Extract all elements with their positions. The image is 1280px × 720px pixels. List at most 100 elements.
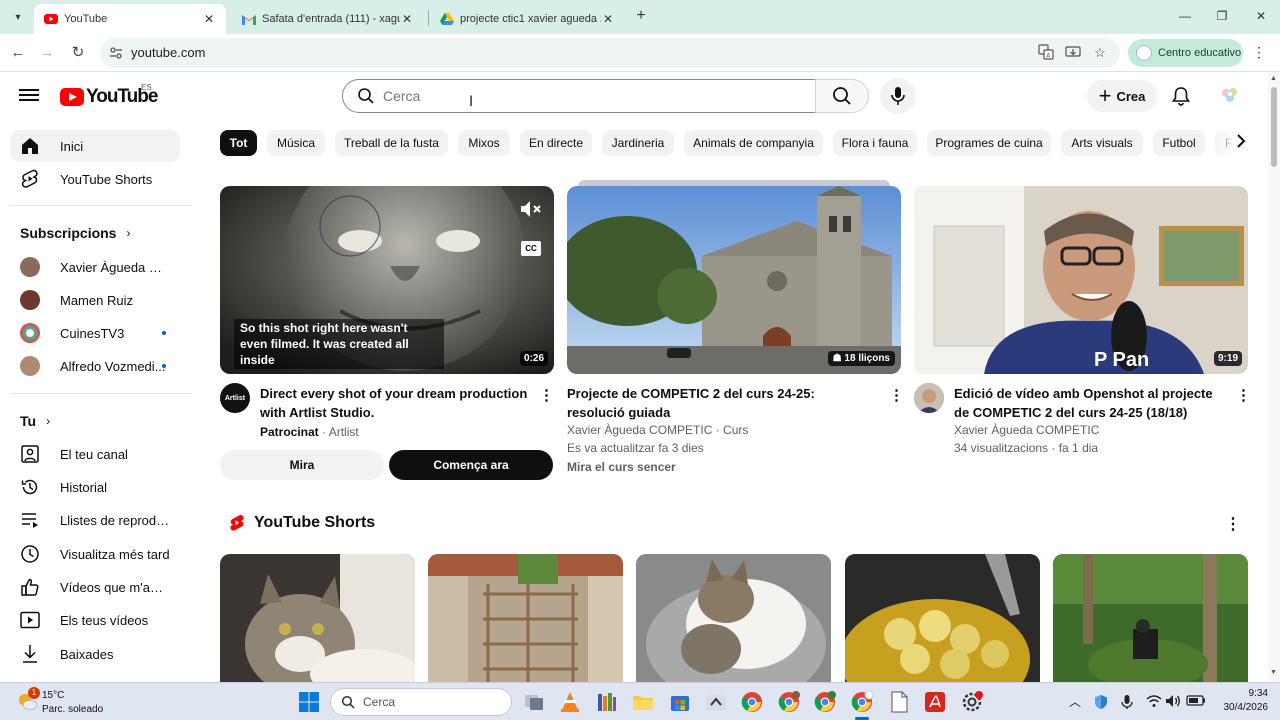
scroll-up-icon[interactable]: ▲: [1270, 75, 1277, 82]
you-heading[interactable]: Tu ›: [20, 413, 50, 429]
defender-shield-icon[interactable]: [1093, 694, 1109, 710]
short-thumbnail[interactable]: [428, 554, 623, 684]
chip-gardening[interactable]: Jardineria: [602, 130, 674, 156]
chip-pets[interactable]: Animals de companyia: [684, 130, 823, 156]
chip-football[interactable]: Futbol: [1153, 130, 1205, 156]
store-icon[interactable]: [668, 690, 692, 714]
vlc-icon[interactable]: [558, 690, 582, 714]
watch-button[interactable]: Mira: [220, 450, 384, 480]
chip-music[interactable]: Música: [267, 130, 325, 156]
weather-widget[interactable]: 1 15°C Parc. soleado: [14, 687, 134, 717]
short-thumbnail[interactable]: [1053, 554, 1248, 684]
tab-gmail[interactable]: Safata d'entrada (111) - xagued ✕: [232, 4, 424, 34]
tab-drive[interactable]: projecte ctic1 xavier agueda 24 ✕: [430, 4, 625, 34]
chip-flora-fauna[interactable]: Flora i fauna: [833, 130, 917, 156]
channel-avatar[interactable]: [914, 383, 944, 413]
chevron-right-icon[interactable]: [1236, 134, 1246, 151]
tab-close-icon[interactable]: ✕: [400, 12, 414, 26]
account-avatar[interactable]: [1216, 82, 1244, 110]
sidebar-item-subscription[interactable]: Mamen Ruiz: [10, 284, 180, 316]
sidebar-item-playlists[interactable]: Llistes de reproduc...: [10, 504, 180, 536]
channel-avatar[interactable]: Artlist: [220, 383, 250, 413]
channel-name[interactable]: Xavier Àgueda COMPETIC: [954, 421, 1099, 439]
short-thumbnail[interactable]: [220, 554, 415, 684]
mute-icon[interactable]: [520, 200, 542, 221]
shorts-more-icon[interactable]: ⋮: [1225, 514, 1241, 534]
settings-gear-icon[interactable]: [960, 690, 984, 714]
maximize-icon[interactable]: ❐: [1207, 6, 1237, 26]
chip-live[interactable]: En directe: [520, 130, 592, 156]
video-title[interactable]: Edició de vídeo amb Openshot al projecte…: [954, 384, 1224, 422]
sidebar-item-subscription[interactable]: Alfredo Vozmedi...: [10, 350, 180, 382]
start-now-button[interactable]: Comença ara: [389, 450, 553, 480]
search-box[interactable]: [342, 79, 816, 113]
scroll-down-icon[interactable]: ▼: [1270, 669, 1277, 676]
captions-icon[interactable]: CC: [521, 241, 541, 256]
scrollbar-thumb[interactable]: [1271, 87, 1277, 167]
url-text[interactable]: youtube.com: [131, 45, 205, 60]
translate-icon[interactable]: A: [1037, 44, 1055, 62]
tab-close-icon[interactable]: ✕: [601, 12, 615, 26]
document-icon[interactable]: [887, 690, 911, 714]
task-view-icon[interactable]: [522, 690, 546, 714]
more-options-icon[interactable]: ⋮: [539, 386, 554, 404]
video-thumbnail[interactable]: P Pan 9:19: [914, 186, 1248, 374]
forward-icon[interactable]: →: [37, 43, 57, 63]
profile-chip[interactable]: Centro educativo: [1128, 39, 1243, 67]
new-tab-icon[interactable]: +: [633, 8, 649, 24]
sidebar-item-liked-videos[interactable]: Vídeos que m'agrad...: [10, 571, 180, 603]
chip-woodworking[interactable]: Treball de la fusta: [335, 130, 448, 156]
chip-all[interactable]: Tot: [220, 130, 257, 156]
sidebar-item-your-channel[interactable]: El teu canal: [10, 438, 180, 470]
voice-search-button[interactable]: [880, 78, 916, 114]
sidebar-item-watch-later[interactable]: Visualitza més tard: [10, 538, 180, 570]
close-window-icon[interactable]: ✕: [1246, 6, 1276, 26]
short-thumbnail[interactable]: [845, 554, 1040, 684]
microphone-tray-icon[interactable]: [1119, 694, 1135, 710]
channel-name[interactable]: Xavier Àgueda COMPETIC · Curs: [567, 421, 748, 439]
menu-icon[interactable]: [19, 86, 39, 104]
chrome-profile-icon[interactable]: [777, 690, 801, 714]
acrobat-icon[interactable]: [923, 690, 947, 714]
browser-menu-icon[interactable]: ⋮: [1252, 44, 1266, 61]
video-title[interactable]: Projecte de COMPETIC 2 del curs 24-25: r…: [567, 384, 872, 422]
sidebar-item-subscription[interactable]: Xavier Àgueda CO...: [10, 251, 180, 283]
tab-close-icon[interactable]: ✕: [202, 12, 216, 26]
sidebar-item-shorts[interactable]: YouTube Shorts: [10, 163, 180, 195]
omnibox[interactable]: youtube.com A ☆: [100, 38, 1120, 68]
chrome-active-icon[interactable]: [850, 690, 874, 714]
notifications-bell-icon[interactable]: [1170, 85, 1192, 107]
chip-mixes[interactable]: Mixos: [458, 130, 510, 156]
game-app-icon[interactable]: [704, 690, 728, 714]
video-thumbnail[interactable]: CC So this shot right here wasn't even f…: [220, 186, 554, 374]
video-thumbnail[interactable]: ☗ 18 lliçons: [567, 186, 901, 374]
chip-cooking-shows[interactable]: Programes de cuina: [927, 130, 1051, 156]
sidebar-item-subscription[interactable]: CuinesTV3: [10, 317, 180, 349]
chrome-icon[interactable]: [740, 690, 764, 714]
video-title[interactable]: Direct every shot of your dream producti…: [260, 384, 530, 422]
system-clock[interactable]: 9:34 30/4/2026: [1212, 687, 1269, 715]
taskbar-search[interactable]: Cerca: [330, 688, 512, 716]
install-app-icon[interactable]: [1064, 44, 1082, 62]
search-button[interactable]: [815, 79, 869, 113]
tab-search-icon[interactable]: ▾: [9, 8, 27, 26]
tray-overflow-icon[interactable]: ︿: [1067, 694, 1083, 710]
sidebar-item-your-videos[interactable]: Els teus vídeos: [10, 604, 180, 636]
volume-icon[interactable]: [1165, 694, 1181, 710]
sidebar-item-history[interactable]: Historial: [10, 471, 180, 503]
back-icon[interactable]: ←: [8, 43, 28, 63]
file-explorer-icon[interactable]: [631, 690, 655, 714]
view-full-course-link[interactable]: Mira el curs sencer: [567, 458, 676, 476]
chrome-profile-icon[interactable]: [813, 690, 837, 714]
windows-start-icon[interactable]: [298, 691, 320, 713]
wifi-icon[interactable]: [1146, 694, 1162, 710]
sidebar-item-home[interactable]: Inici: [10, 130, 180, 162]
search-input[interactable]: [383, 86, 783, 106]
more-options-icon[interactable]: ⋮: [889, 386, 904, 404]
short-thumbnail[interactable]: [636, 554, 831, 684]
reload-icon[interactable]: ↻: [68, 43, 88, 63]
page-scrollbar[interactable]: ▲ ▼: [1268, 73, 1280, 682]
battery-icon[interactable]: [1186, 694, 1206, 710]
create-button[interactable]: + Crea: [1087, 80, 1157, 112]
bookmark-star-icon[interactable]: ☆: [1091, 44, 1109, 62]
